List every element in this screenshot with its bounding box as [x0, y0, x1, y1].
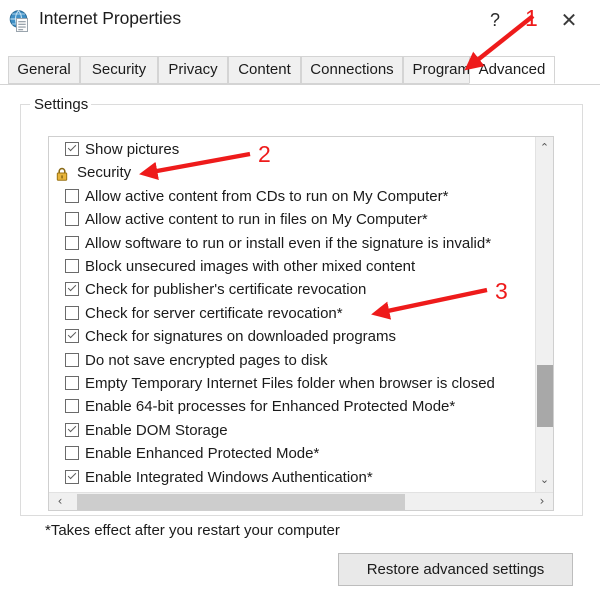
- list-item-label: Check for signatures on downloaded progr…: [85, 328, 397, 346]
- close-icon[interactable]: ✕: [556, 7, 582, 33]
- list-section-header: Security: [49, 161, 537, 184]
- checkbox[interactable]: [65, 376, 79, 390]
- vertical-scrollbar[interactable]: ⌃ ⌄: [535, 137, 553, 492]
- list-item-label: Allow active content from CDs to run on …: [85, 187, 449, 205]
- tab-security[interactable]: Security: [80, 56, 158, 84]
- checkbox[interactable]: [65, 235, 79, 250]
- checkbox[interactable]: [65, 469, 79, 484]
- list-item[interactable]: Do not save encrypted pages to disk: [49, 349, 537, 372]
- settings-groupbox-label: Settings: [31, 96, 92, 113]
- tab-label: General: [17, 61, 71, 78]
- restart-footnote: *Takes effect after you restart your com…: [45, 522, 340, 539]
- list-item-label: Enable DOM Storage: [85, 421, 228, 439]
- scroll-left-icon[interactable]: ‹: [51, 493, 69, 510]
- list-item[interactable]: Check for signatures on downloaded progr…: [49, 325, 537, 348]
- restore-advanced-settings-button[interactable]: Restore advanced settings: [338, 553, 573, 586]
- list-item[interactable]: Allow software to run or install even if…: [49, 232, 537, 255]
- checkbox[interactable]: [65, 142, 79, 156]
- list-item[interactable]: Show pictures: [49, 138, 537, 161]
- checkbox[interactable]: [65, 305, 79, 320]
- tab-strip: General Security Privacy Content Connections…: [0, 56, 600, 85]
- tab-label: Content: [238, 61, 291, 78]
- list-item-label: Block unsecured images with other mixed …: [85, 258, 416, 275]
- list-item[interactable]: Enable Integrated Windows Authentication…: [49, 466, 537, 489]
- tab-label: Programs: [412, 61, 478, 78]
- horizontal-scrollbar-thumb[interactable]: [77, 494, 405, 510]
- list-item[interactable]: Enable DOM Storage: [49, 419, 537, 442]
- list-item-label: Do not save encrypted pages to disk: [85, 351, 328, 369]
- tab-privacy[interactable]: Privacy: [158, 56, 228, 84]
- list-item-label: Enable Integrated Windows Authentication…: [85, 468, 373, 486]
- list-item[interactable]: Enable Enhanced Protected Mode*: [49, 442, 537, 465]
- list-viewport: Show pictures Security Allow active conten…: [49, 137, 537, 492]
- list-item[interactable]: Block unsecured images with other mixed …: [49, 255, 537, 278]
- list-item-label: Enable 64-bit processes for Enhanced Pro…: [85, 398, 456, 416]
- list-item-label: Allow software to run or install even if…: [85, 234, 492, 252]
- checkbox[interactable]: [65, 188, 79, 203]
- horizontal-scrollbar[interactable]: ‹ ›: [49, 492, 553, 510]
- list-item-label: Allow active content to run in files on …: [85, 211, 428, 229]
- checkbox[interactable]: [65, 446, 79, 461]
- list-item[interactable]: Allow active content from CDs to run on …: [49, 185, 537, 208]
- scroll-right-icon[interactable]: ›: [533, 493, 551, 510]
- checkbox[interactable]: [65, 352, 79, 367]
- lock-icon: [55, 165, 69, 182]
- tab-label: Security: [91, 61, 147, 78]
- tab-general[interactable]: General: [8, 56, 80, 84]
- checkbox[interactable]: [65, 212, 79, 227]
- scroll-up-icon[interactable]: ⌃: [536, 139, 553, 156]
- list-item[interactable]: Enable 64-bit processes for Enhanced Pro…: [49, 395, 537, 418]
- internet-properties-icon: [8, 9, 32, 33]
- list-section-header-label: Security: [77, 164, 132, 182]
- list-item-label: Show pictures: [85, 141, 180, 158]
- vertical-scrollbar-thumb[interactable]: [537, 365, 553, 427]
- list-item[interactable]: Allow active content to run in files on …: [49, 208, 537, 231]
- checkbox[interactable]: [65, 259, 79, 273]
- list-item[interactable]: Check for server certificate revocation*: [49, 302, 537, 325]
- list-item-label: Enable Enhanced Protected Mode*: [85, 445, 320, 463]
- checkbox[interactable]: [65, 399, 79, 414]
- tab-label: Privacy: [168, 61, 218, 78]
- list-item-label: Check for publisher's certificate revoca…: [85, 281, 367, 299]
- scroll-down-icon[interactable]: ⌄: [536, 471, 553, 488]
- tab-advanced[interactable]: Advanced: [469, 56, 555, 84]
- advanced-settings-listbox[interactable]: Show pictures Security Allow active conten…: [48, 136, 554, 511]
- window-title: Internet Properties: [39, 8, 182, 28]
- list-item[interactable]: Empty Temporary Internet Files folder wh…: [49, 372, 537, 395]
- list-item[interactable]: Check for publisher's certificate revoca…: [49, 278, 537, 301]
- tab-label: Connections: [310, 61, 394, 78]
- list-item-label: Empty Temporary Internet Files folder wh…: [85, 375, 495, 392]
- tab-connections[interactable]: Connections: [301, 56, 403, 84]
- checkbox[interactable]: [65, 282, 79, 297]
- tab-content[interactable]: Content: [228, 56, 301, 84]
- tab-label: Advanced: [478, 61, 546, 78]
- checkbox[interactable]: [65, 422, 79, 437]
- list-item-label: Check for server certificate revocation*: [85, 304, 343, 322]
- help-button[interactable]: ?: [484, 8, 506, 32]
- title-bar: Internet Properties ? ✕: [0, 0, 600, 46]
- checkbox[interactable]: [65, 329, 79, 344]
